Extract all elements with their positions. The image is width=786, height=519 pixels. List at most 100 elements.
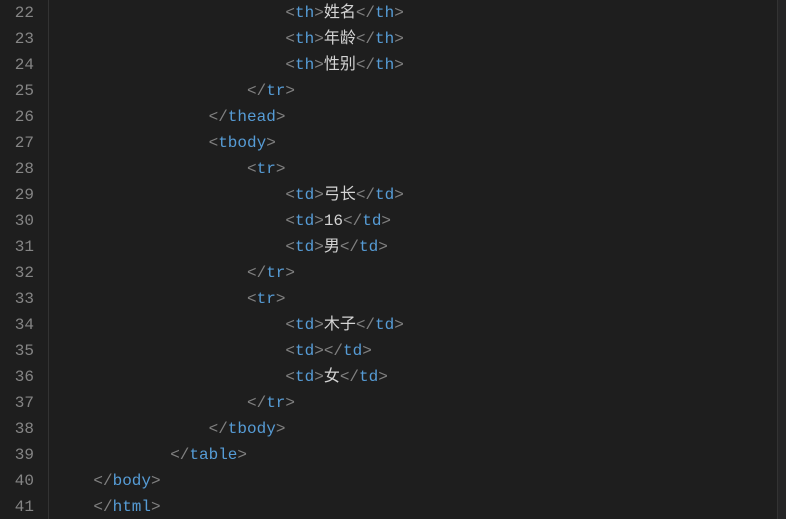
- token-punct: </: [343, 208, 362, 234]
- token-punct: </: [356, 0, 375, 26]
- token-tag: td: [295, 364, 314, 390]
- token-punct: >: [276, 104, 286, 130]
- token-punct: >: [394, 182, 404, 208]
- code-line[interactable]: <td>16</td>: [55, 208, 777, 234]
- token-punct: >: [381, 208, 391, 234]
- token-punct: >: [314, 0, 324, 26]
- line-number: 29: [6, 182, 34, 208]
- token-punct: </: [93, 494, 112, 519]
- token-punct: >: [266, 130, 276, 156]
- code-line[interactable]: <tr>: [55, 156, 777, 182]
- line-number: 22: [6, 0, 34, 26]
- token-tag: tr: [266, 260, 285, 286]
- token-punct: </: [247, 78, 266, 104]
- line-number: 27: [6, 130, 34, 156]
- line-number: 23: [6, 26, 34, 52]
- token-punct: </: [209, 416, 228, 442]
- line-number: 32: [6, 260, 34, 286]
- code-line[interactable]: <tr>: [55, 286, 777, 312]
- line-number: 25: [6, 78, 34, 104]
- token-punct: <: [209, 130, 219, 156]
- token-punct: >: [237, 442, 247, 468]
- line-number: 36: [6, 364, 34, 390]
- token-punct: >: [276, 416, 286, 442]
- token-tag: th: [295, 52, 314, 78]
- code-area[interactable]: <th>姓名</th><th>年龄</th><th>性别</th></tr></…: [49, 0, 777, 519]
- code-line[interactable]: <td>木子</td>: [55, 312, 777, 338]
- token-punct: >: [362, 338, 372, 364]
- line-number: 40: [6, 468, 34, 494]
- token-tag: td: [295, 312, 314, 338]
- line-number: 37: [6, 390, 34, 416]
- token-punct: </: [324, 338, 343, 364]
- token-punct: <: [285, 234, 295, 260]
- token-punct: >: [285, 78, 295, 104]
- code-line[interactable]: </tr>: [55, 390, 777, 416]
- token-punct: >: [314, 52, 324, 78]
- line-number: 41: [6, 494, 34, 519]
- token-punct: <: [285, 26, 295, 52]
- token-tag: td: [295, 338, 314, 364]
- token-punct: </: [93, 468, 112, 494]
- token-punct: >: [378, 364, 388, 390]
- token-tag: td: [359, 234, 378, 260]
- token-punct: </: [356, 312, 375, 338]
- token-punct: >: [314, 364, 324, 390]
- token-punct: <: [285, 182, 295, 208]
- line-number: 24: [6, 52, 34, 78]
- code-line[interactable]: </tr>: [55, 78, 777, 104]
- token-text: 性别: [324, 52, 356, 78]
- token-text: 姓名: [324, 0, 356, 26]
- token-text: 16: [324, 208, 343, 234]
- code-line[interactable]: </tbody>: [55, 416, 777, 442]
- token-tag: tr: [266, 390, 285, 416]
- code-line[interactable]: </table>: [55, 442, 777, 468]
- token-tag: td: [295, 208, 314, 234]
- code-line[interactable]: <td>弓长</td>: [55, 182, 777, 208]
- token-tag: td: [375, 312, 394, 338]
- token-tag: tbody: [228, 416, 276, 442]
- line-number: 33: [6, 286, 34, 312]
- token-punct: </: [340, 234, 359, 260]
- token-punct: <: [285, 52, 295, 78]
- token-tag: tr: [257, 286, 276, 312]
- token-tag: td: [359, 364, 378, 390]
- code-line[interactable]: </tr>: [55, 260, 777, 286]
- code-line[interactable]: <td></td>: [55, 338, 777, 364]
- code-line[interactable]: <th>姓名</th>: [55, 0, 777, 26]
- token-punct: </: [247, 390, 266, 416]
- token-punct: </: [247, 260, 266, 286]
- line-number: 39: [6, 442, 34, 468]
- token-tag: th: [375, 26, 394, 52]
- token-punct: >: [151, 468, 161, 494]
- minimap[interactable]: [777, 0, 786, 519]
- token-punct: <: [247, 286, 257, 312]
- code-line[interactable]: </body>: [55, 468, 777, 494]
- token-tag: table: [189, 442, 237, 468]
- token-text: 木子: [324, 312, 356, 338]
- token-punct: >: [394, 312, 404, 338]
- token-tag: tr: [266, 78, 285, 104]
- token-tag: td: [295, 234, 314, 260]
- code-line[interactable]: <tbody>: [55, 130, 777, 156]
- token-tag: tbody: [218, 130, 266, 156]
- token-text: 弓长: [324, 182, 356, 208]
- code-editor[interactable]: 2223242526272829303132333435363738394041…: [0, 0, 786, 519]
- token-punct: <: [285, 0, 295, 26]
- code-line[interactable]: </thead>: [55, 104, 777, 130]
- code-line[interactable]: <td>男</td>: [55, 234, 777, 260]
- code-line[interactable]: <th>年龄</th>: [55, 26, 777, 52]
- token-tag: tr: [257, 156, 276, 182]
- line-number: 31: [6, 234, 34, 260]
- code-line[interactable]: </html>: [55, 494, 777, 519]
- line-number-gutter: 2223242526272829303132333435363738394041: [0, 0, 49, 519]
- token-punct: >: [394, 26, 404, 52]
- token-punct: >: [394, 52, 404, 78]
- code-line[interactable]: <td>女</td>: [55, 364, 777, 390]
- code-line[interactable]: <th>性别</th>: [55, 52, 777, 78]
- token-punct: <: [285, 364, 295, 390]
- token-punct: >: [394, 0, 404, 26]
- line-number: 35: [6, 338, 34, 364]
- token-punct: <: [285, 312, 295, 338]
- token-punct: <: [285, 338, 295, 364]
